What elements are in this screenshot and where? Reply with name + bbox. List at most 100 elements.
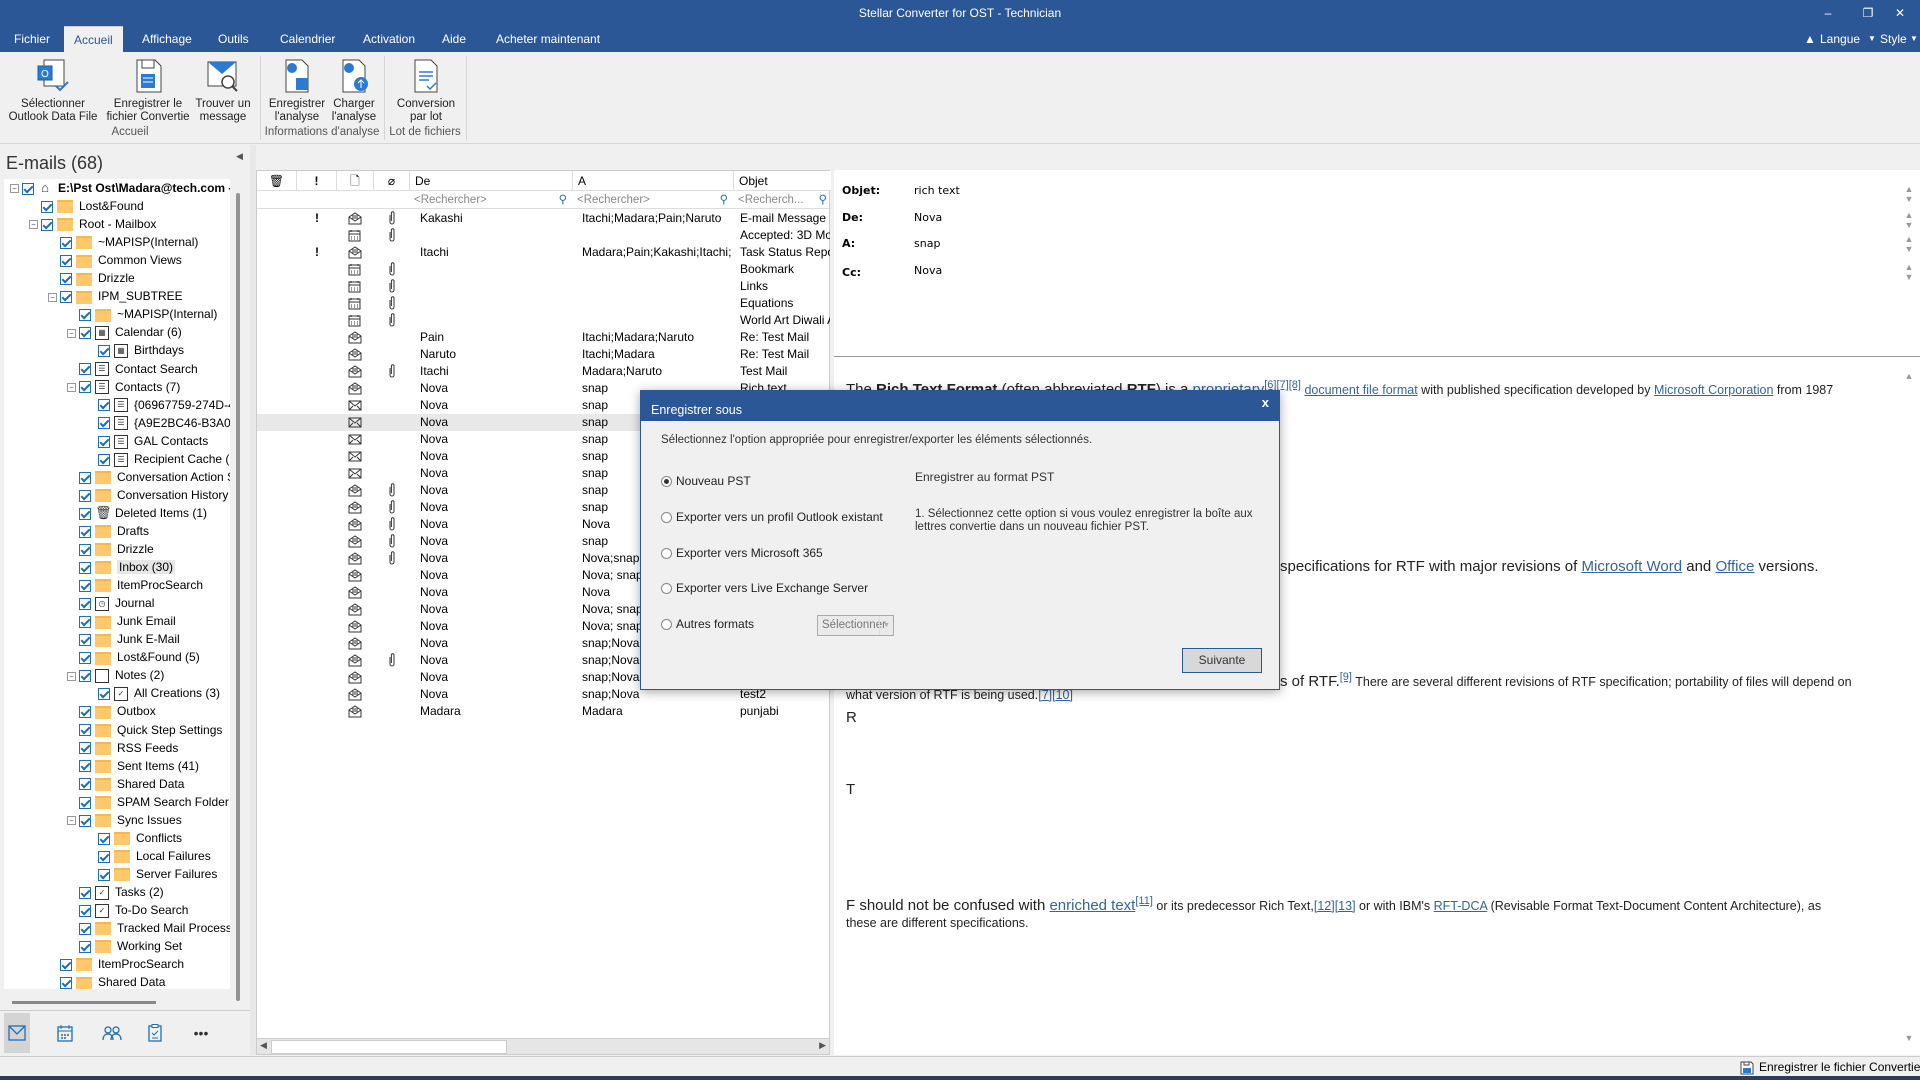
tree-item[interactable]: − ⌂ E:\Pst Ost\Madara@tech.com - <box>10 179 230 197</box>
checkbox[interactable] <box>98 417 110 430</box>
tree-item[interactable]: ▦ Birthdays <box>86 341 184 359</box>
tree-item[interactable]: ~MAPISP(Internal) <box>48 233 198 251</box>
body-scroll-down-icon[interactable]: ▼ <box>1902 1033 1916 1043</box>
ref-link[interactable]: [12][13] <box>1314 899 1356 913</box>
message-row[interactable]: ! Kakashi Itachi;Madara;Pain;Naruto E-mail … <box>257 210 831 227</box>
message-row[interactable]: Pain Itachi;Madara;Naruto Re: Test Mail <box>257 329 831 346</box>
tree-item[interactable]: Drizzle <box>48 269 135 287</box>
collapse-toggle-icon[interactable]: − <box>29 220 38 230</box>
menu-outils[interactable]: Outils <box>208 26 259 52</box>
tree-item[interactable]: ItemProcSearch <box>67 576 203 594</box>
tree-item[interactable]: ☰ Recipient Cache (9 <box>86 450 230 468</box>
scrollbar-thumb[interactable] <box>271 1040 507 1054</box>
tree-item[interactable]: 🗑 Deleted Items (1) <box>67 504 207 522</box>
tree-item[interactable]: ☰ GAL Contacts <box>86 432 208 450</box>
mail-nav-button[interactable] <box>4 1013 30 1053</box>
checkbox[interactable] <box>98 868 110 881</box>
calendar-nav-button[interactable] <box>52 1013 78 1053</box>
delete-column-header[interactable]: 🗑 <box>257 171 297 191</box>
next-button[interactable]: Suivante <box>1182 648 1262 673</box>
tree-item[interactable]: ItemProcSearch <box>48 955 184 973</box>
body-scroll-up-icon[interactable]: ▲ <box>1902 371 1916 381</box>
link-document-file-format[interactable]: document file format <box>1304 383 1417 397</box>
tree-item[interactable]: − Notes (2) <box>67 666 164 684</box>
radio-export-microsoft-365[interactable]: Exporter vers Microsoft 365 <box>661 546 823 560</box>
scroll-up-icon[interactable]: ▲ ▼ <box>1902 184 1916 204</box>
tree-item[interactable]: Lost&Found (5) <box>67 648 200 666</box>
collapse-toggle-icon[interactable]: − <box>48 292 57 302</box>
checkbox[interactable] <box>79 778 91 791</box>
checkbox[interactable] <box>79 616 91 629</box>
ref-link[interactable]: [9] <box>1340 671 1352 683</box>
style-menu[interactable]: Style <box>1880 26 1907 52</box>
checkbox[interactable] <box>60 236 72 249</box>
checkbox[interactable] <box>79 327 91 340</box>
message-row[interactable]: World Art Diwali Al <box>257 312 831 329</box>
tree-item[interactable]: Conversation History <box>67 486 228 504</box>
from-search-input[interactable]: <Rechercher> ⚲ <box>414 191 569 209</box>
tree-item[interactable]: Server Failures <box>86 865 217 883</box>
checkbox[interactable] <box>79 525 91 538</box>
checkbox[interactable] <box>79 543 91 556</box>
link-microsoft-corporation[interactable]: Microsoft Corporation <box>1654 383 1774 397</box>
tree-item[interactable]: − ☰ Contacts (7) <box>67 378 180 396</box>
collapse-pane-icon[interactable]: ◀ <box>236 151 243 162</box>
link-rft-dca[interactable]: RFT-DCA <box>1434 899 1487 913</box>
checkbox[interactable] <box>79 670 91 683</box>
checkbox[interactable] <box>60 958 72 971</box>
checkbox[interactable] <box>98 435 110 448</box>
link-office[interactable]: Office <box>1715 558 1754 575</box>
tree-item[interactable]: − Root - Mailbox <box>29 215 156 233</box>
checkbox[interactable] <box>79 940 91 953</box>
tree-item[interactable]: ~MAPISP(Internal) <box>67 305 217 323</box>
checkbox[interactable] <box>79 742 91 755</box>
tree-item[interactable]: Junk E-Mail <box>67 630 180 648</box>
tree-item[interactable]: Tracked Mail Processin <box>67 919 230 937</box>
minimize-button[interactable]: ‒ <box>1808 0 1848 26</box>
checkbox[interactable] <box>79 489 91 502</box>
contacts-nav-button[interactable] <box>99 1013 125 1053</box>
scroll-up-icon[interactable]: ▲ ▼ <box>1902 210 1916 230</box>
checkbox[interactable] <box>98 345 110 358</box>
select-outlook-file-button[interactable]: O Sélectionner Outlook Data File <box>8 58 98 124</box>
checkbox[interactable] <box>79 309 91 322</box>
collapse-ribbon-icon[interactable]: ▲ <box>1804 26 1816 52</box>
tree-item[interactable]: Local Failures <box>86 847 211 865</box>
checkbox[interactable] <box>98 688 110 701</box>
collapse-toggle-icon[interactable]: − <box>67 382 76 392</box>
checkbox[interactable] <box>41 218 53 231</box>
checkbox[interactable] <box>79 724 91 737</box>
from-column-header[interactable]: De <box>410 171 573 191</box>
tree-item[interactable]: Shared Data <box>48 973 165 989</box>
status-save-converted-button[interactable]: Enregistrer le fichier Convertie <box>1740 1058 1920 1076</box>
to-search-input[interactable]: <Rechercher> ⚲ <box>577 191 730 209</box>
close-button[interactable]: ✕ <box>1880 0 1920 26</box>
subject-column-header[interactable]: Objet <box>734 171 831 191</box>
message-row[interactable]: Accepted: 3D Moc <box>257 227 831 244</box>
menu-affichage[interactable]: Affichage <box>132 26 202 52</box>
message-row[interactable]: Itachi Madara;Naruto Test Mail <box>257 363 831 380</box>
menu-activation[interactable]: Activation <box>353 26 425 52</box>
checkbox[interactable] <box>79 706 91 719</box>
ref-link[interactable]: [11] <box>1135 895 1153 907</box>
radio-export-live-exchange[interactable]: Exporter vers Live Exchange Server <box>661 581 868 595</box>
message-row[interactable]: Naruto Itachi;Madara Re: Test Mail <box>257 346 831 363</box>
tree-item[interactable]: Inbox (30) <box>67 558 176 576</box>
tree-item[interactable]: ◷ Journal <box>67 594 154 612</box>
checkbox[interactable] <box>98 832 110 845</box>
scroll-left-icon[interactable]: ◀ <box>260 1040 267 1051</box>
tree-item[interactable]: Conflicts <box>86 829 182 847</box>
collapse-toggle-icon[interactable]: − <box>10 184 19 194</box>
ref-link[interactable]: [7][10] <box>1038 688 1073 702</box>
checkbox[interactable] <box>79 507 91 520</box>
message-row[interactable]: Bookmark <box>257 261 831 278</box>
tree-item[interactable]: ☰ {A9E2BC46-B3A0-4 <box>86 414 230 432</box>
tree-item[interactable]: Lost&Found <box>29 197 144 215</box>
list-horizontal-scrollbar[interactable]: ◀ ▶ <box>257 1038 829 1054</box>
batch-conversion-button[interactable]: Conversion par lot <box>390 58 462 124</box>
language-menu[interactable]: Langue <box>1820 26 1860 52</box>
message-row[interactable]: Links <box>257 278 831 295</box>
tree-item[interactable]: ✓ Tasks (2) <box>67 883 164 901</box>
tree-item[interactable]: RSS Feeds <box>67 739 178 757</box>
checkbox[interactable] <box>79 579 91 592</box>
